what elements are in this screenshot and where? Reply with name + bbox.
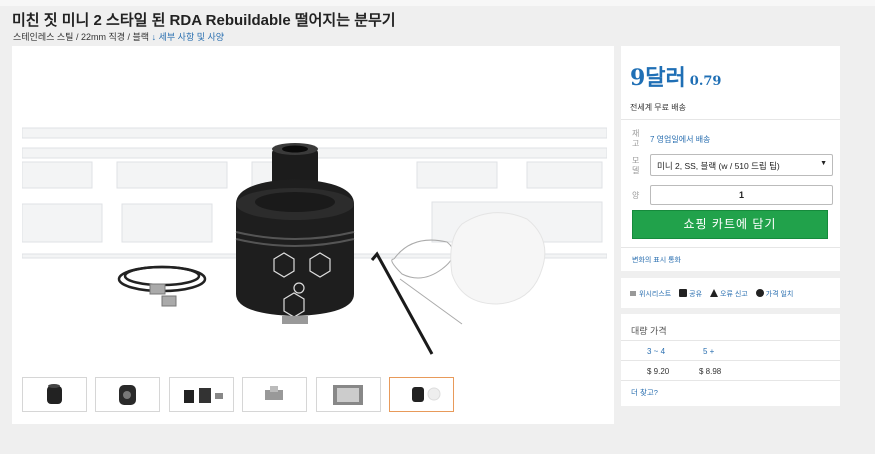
- divider: [621, 340, 840, 341]
- report-error-link[interactable]: 오류 신고: [710, 289, 750, 298]
- thumbnail-active[interactable]: [389, 377, 454, 412]
- price-match-link[interactable]: 가격 일치: [755, 289, 793, 298]
- product-main-image[interactable]: [22, 54, 607, 374]
- divider: [621, 119, 840, 120]
- thumbnail[interactable]: [169, 377, 234, 412]
- thumbnail[interactable]: [22, 377, 87, 412]
- price: 9달러 0.79: [630, 60, 721, 92]
- product-subtitle: 스테인레스 스틸 / 22mm 직경 / 블랙: [13, 32, 150, 42]
- bulk-pricing-panel: 대량 가격 3 ~ 4 5 + $ 9.20 $ 8.98 더 찾고?: [621, 314, 840, 406]
- thumbnail[interactable]: [95, 377, 160, 412]
- price-cents: 0.79: [689, 74, 722, 89]
- bulk-pricing-title: 대량 가격: [631, 326, 667, 336]
- purchase-panel: 9달러 0.79 전세계 무료 배송 재고 7 영업일에서 배송 모델 미니 2,…: [621, 46, 840, 271]
- stock-value: 7 영업일에서 배송: [650, 135, 711, 144]
- qty-label: 양: [632, 191, 640, 200]
- rda-atomizer-photo: [22, 127, 607, 355]
- action-panel: 위시리스트 공유 오류 신고 가격 일치: [621, 278, 840, 308]
- share-icon: [679, 289, 688, 297]
- wishlist-link[interactable]: 위시리스트: [629, 291, 673, 298]
- product-title: 미친 짓 미니 2 스타일 된 RDA Rebuildable 떨어지는 분무기: [12, 12, 396, 29]
- chevron-down-icon: ▼: [820, 160, 827, 167]
- top-strip: · · · · · · ·: [0, 0, 875, 6]
- quantity-input[interactable]: 1: [650, 185, 833, 205]
- details-link[interactable]: ↓ 세부 사항 및 사양: [152, 32, 224, 42]
- bulk-tier-qty: 3 ~ 4: [647, 347, 666, 356]
- divider: [621, 360, 840, 361]
- thumbnail[interactable]: [316, 377, 381, 412]
- thumbnail[interactable]: [242, 377, 307, 412]
- divider: [621, 380, 840, 381]
- dollar-icon: [755, 289, 764, 297]
- price-main: 9달러: [630, 65, 686, 91]
- product-subtitle-row: 스테인레스 스틸 / 22mm 직경 / 블랙 ↓ 세부 사항 및 사양: [13, 30, 224, 43]
- free-shipping-text: 전세계 무료 배송: [630, 103, 686, 112]
- model-select-value: 미니 2, SS, 블랙 (w / 510 드립 팁): [657, 161, 780, 171]
- wishlist-icon: [630, 291, 636, 296]
- breadcrumb[interactable]: · · · · · · ·: [30, 0, 58, 3]
- stock-label: 재고: [632, 129, 640, 148]
- more-link[interactable]: 더 찾고?: [631, 387, 658, 398]
- product-gallery: [12, 46, 614, 424]
- divider: [621, 247, 840, 248]
- model-label: 모델: [632, 156, 640, 175]
- bulk-tier-price: $ 9.20: [647, 367, 670, 376]
- action-links: 위시리스트 공유 오류 신고 가격 일치: [629, 289, 799, 299]
- bulk-tier-price: $ 8.98: [699, 367, 722, 376]
- share-link[interactable]: 공유: [679, 289, 704, 298]
- add-to-cart-button[interactable]: 쇼핑 카트에 담기: [632, 210, 828, 239]
- currency-link[interactable]: 변화의 표시 통화: [632, 255, 681, 265]
- warning-icon: [710, 289, 718, 297]
- model-select[interactable]: 미니 2, SS, 블랙 (w / 510 드립 팁) ▼: [650, 154, 833, 176]
- bulk-tier-qty: 5 +: [703, 347, 715, 356]
